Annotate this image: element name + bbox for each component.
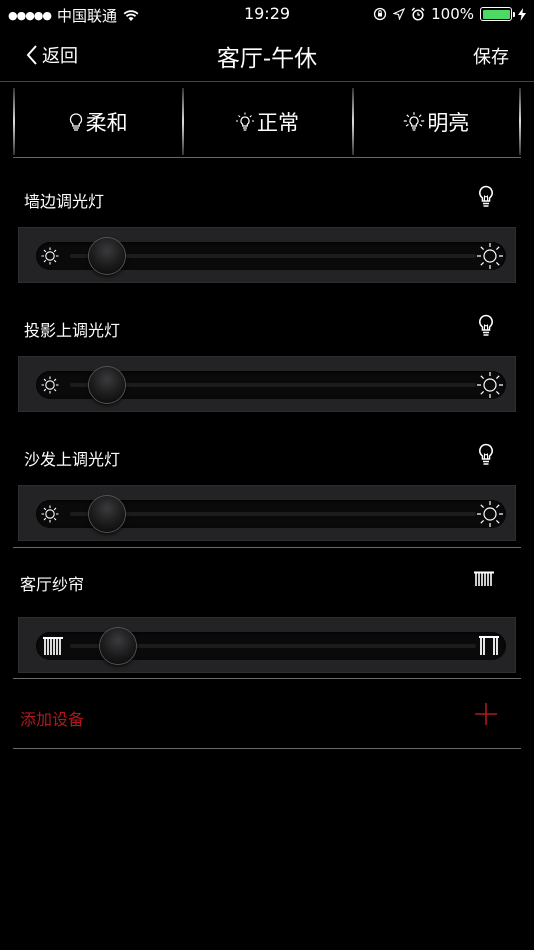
sun-dim-icon [41,505,59,523]
curtain-closed-icon [43,637,63,655]
alarm-icon [411,7,425,21]
slider-knob[interactable] [89,238,126,274]
dimmer-slider-line [70,383,476,387]
device-label: 沙发上调光灯 [24,450,121,469]
mode-tab-soft[interactable]: 柔和 [13,86,182,157]
battery-percent: 100% [431,5,474,23]
plus-icon[interactable] [474,702,498,726]
bulb-bright-icon [404,111,425,131]
status-bar: ●●●●● 中国联通 19:29 100% [0,0,534,28]
mode-tab-normal[interactable]: 正常 [182,86,351,157]
dimmer-slider-track[interactable] [36,238,506,274]
dimmer-slider-track[interactable] [36,367,506,403]
mode-label: 柔和 [85,110,128,135]
bulb-normal-icon [235,112,254,131]
mode-tab-bright[interactable]: 明亮 [351,86,521,157]
bulb-soft-icon [69,112,82,131]
sun-bright-icon [477,243,503,269]
curtain-slider-track[interactable] [36,628,506,664]
device-label: 墙边调光灯 [24,192,105,211]
dimmer-slider-panel [18,227,516,283]
sun-dim-icon [41,247,59,265]
lightbulb-icon[interactable] [478,443,494,467]
page-title: 客厅-午休 [216,46,318,72]
slider-knob[interactable] [89,367,126,403]
mode-tabs: 柔和 正常 明亮 [13,86,521,158]
section-divider [13,678,521,679]
dimmer-slider-panel [18,356,516,412]
lightbulb-icon[interactable] [478,314,494,338]
section-divider [13,748,521,749]
device-label: 客厅纱帘 [20,575,85,594]
sun-bright-icon [477,501,503,527]
curtain-open-icon [479,636,499,655]
charging-bolt-icon [518,7,526,21]
mode-label: 明亮 [427,110,470,135]
nav-bar: 返回 客厅-午休 保存 [0,28,534,82]
dimmer-slider-line [70,512,476,516]
add-device-row[interactable]: 添加设备 [0,698,534,738]
device-label: 投影上调光灯 [24,321,121,340]
sun-bright-icon [477,372,503,398]
dimmer-slider-track[interactable] [36,496,506,532]
orientation-lock-icon [373,7,387,21]
save-button[interactable]: 保存 [473,43,509,69]
status-right: 100% [373,5,526,23]
mode-label: 正常 [256,110,299,135]
section-divider [13,547,521,548]
lightbulb-icon[interactable] [478,185,494,209]
sun-dim-icon [41,376,59,394]
add-device-label[interactable]: 添加设备 [20,706,84,730]
location-arrow-icon [393,8,406,20]
curtain-icon[interactable] [473,571,495,587]
battery-icon [480,7,515,21]
curtain-slider-panel [18,617,516,673]
dimmer-slider-panel [18,485,516,541]
slider-knob[interactable] [100,628,137,664]
dimmer-slider-line [70,254,476,258]
slider-knob[interactable] [89,496,126,532]
